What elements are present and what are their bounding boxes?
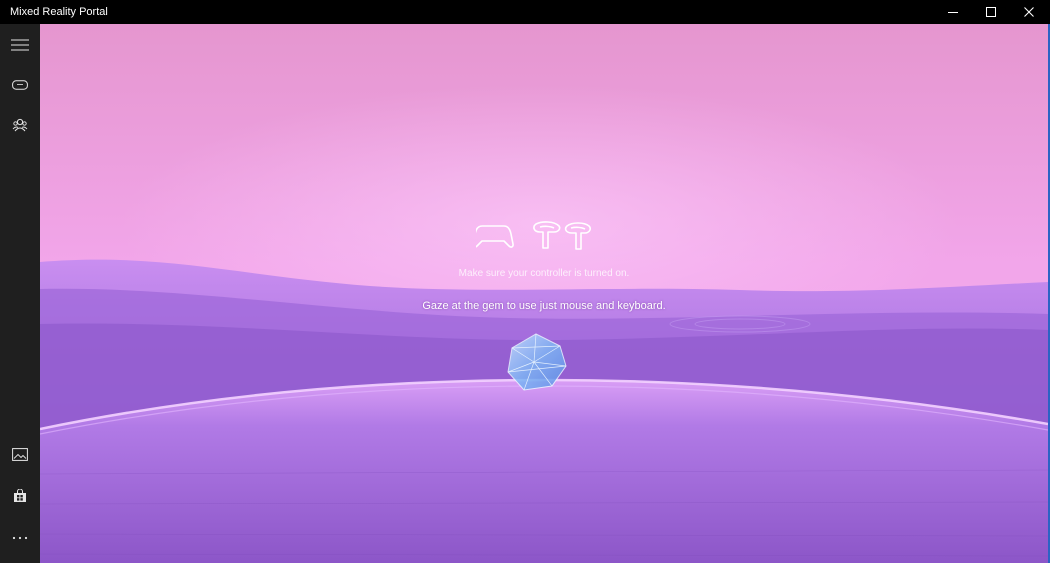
window-title: Mixed Reality Portal <box>10 6 108 18</box>
controller-icons <box>476 221 592 250</box>
hamburger-menu-icon <box>11 39 29 51</box>
nav-sidebar <box>0 24 40 563</box>
close-icon <box>1024 7 1034 17</box>
gamepad-icon <box>476 225 514 248</box>
maximize-button[interactable] <box>972 0 1010 24</box>
sidebar-item-gallery[interactable] <box>0 434 40 474</box>
landscape-background <box>40 24 1048 563</box>
gem-icon[interactable] <box>502 332 570 392</box>
sidebar-item-people[interactable] <box>0 105 40 145</box>
mixed-reality-view: Make sure your controller is turned on. … <box>40 24 1048 563</box>
controller-hint-text: Make sure your controller is turned on. <box>458 268 630 279</box>
maximize-icon <box>986 7 996 17</box>
gaze-hint-text: Gaze at the gem to use just mouse and ke… <box>422 300 666 312</box>
motion-controller-icon <box>564 222 592 250</box>
sidebar-item-more[interactable] <box>0 518 40 558</box>
store-icon <box>14 489 26 502</box>
motion-controller-icon <box>533 221 561 249</box>
people-icon <box>12 118 28 132</box>
picture-icon <box>12 447 28 461</box>
more-icon <box>12 536 28 540</box>
sidebar-item-headset[interactable] <box>0 65 40 105</box>
minimize-button[interactable] <box>934 0 972 24</box>
headset-icon <box>12 80 28 90</box>
mixed-reality-portal-window: Mixed Reality Portal Make sure your cont… <box>0 0 1050 563</box>
sidebar-item-store[interactable] <box>0 476 40 516</box>
close-button[interactable] <box>1010 0 1048 24</box>
minimize-icon <box>948 12 958 13</box>
hamburger-menu-button[interactable] <box>0 25 40 65</box>
title-bar: Mixed Reality Portal <box>0 0 1050 24</box>
